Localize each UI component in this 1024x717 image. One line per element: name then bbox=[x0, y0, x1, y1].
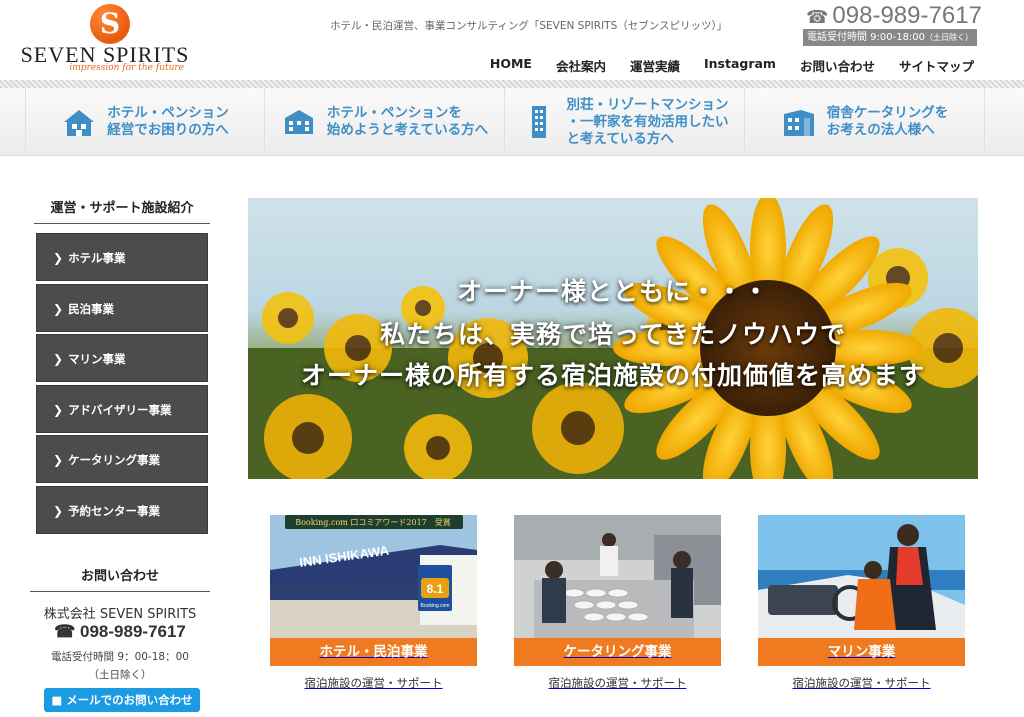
mail-icon: ■ bbox=[51, 693, 67, 707]
telephone-icon: ☎ bbox=[806, 7, 829, 27]
sidebar-menu: ❯ ホテル事業 ❯ 民泊事業 ❯ マリン事業 ❯ アドバイザリー事業 ❯ ケータリング事業… bbox=[36, 233, 208, 537]
score-brand: Booking.com bbox=[421, 603, 450, 609]
contact-phone[interactable]: ☎ 098-989-7617 bbox=[30, 622, 210, 642]
hero-banner: オーナー様とともに・・・ 私たちは、実務で培ってきたノウハウで オーナー様の所有… bbox=[248, 198, 978, 479]
marine-photo bbox=[758, 515, 965, 638]
sidebar-item-hotel[interactable]: ❯ ホテル事業 bbox=[36, 233, 208, 281]
telephone-icon: ☎ bbox=[54, 622, 81, 641]
nav-company[interactable]: 会社案内 bbox=[556, 56, 606, 75]
card-marine[interactable]: マリン事業 宿泊施設の運営・サポート bbox=[758, 515, 965, 691]
global-nav: HOME 会社案内 運営実績 Instagram お問い合わせ サイトマップ bbox=[490, 56, 974, 75]
header-phone[interactable]: ☎ 098-989-7617 bbox=[806, 2, 982, 30]
site-header: S SEVEN SPIRITS impression for the futur… bbox=[0, 0, 1024, 80]
category-start-hotel[interactable]: ホテル・ペンションを 始めようと考えている方へ bbox=[265, 88, 505, 156]
category-catering[interactable]: 宿舎ケータリングを お考えの法人様へ bbox=[745, 88, 985, 156]
sidebar-title: 運営・サポート施設紹介 bbox=[34, 197, 210, 224]
hero-headline-2: 私たちは、実務で培ってきたノウハウで bbox=[379, 320, 846, 349]
chevron-right-icon: ❯ bbox=[53, 352, 64, 367]
category-resort-property[interactable]: 別荘・リゾートマンション ・一軒家を有効活用したい と考えている方へ bbox=[505, 88, 745, 156]
sidebar-item-reservation[interactable]: ❯ 予約センター事業 bbox=[36, 485, 208, 534]
dormitory-icon bbox=[783, 110, 814, 136]
catering-photo bbox=[514, 515, 721, 638]
category-hotel-management[interactable]: ホテル・ペンション 経営でお困りの方へ bbox=[25, 88, 265, 156]
contact-title: お問い合わせ bbox=[30, 565, 210, 592]
company-name: 株式会社 SEVEN SPIRITS bbox=[43, 607, 197, 622]
hero-headline-3: オーナー様の所有する宿泊施設の付加価値を高めます bbox=[300, 361, 925, 390]
chevron-right-icon: ❯ bbox=[53, 453, 64, 468]
card-hotel-title: ホテル・民泊事業 bbox=[270, 638, 477, 666]
hotel-photo: INN ISHIKAWA Booking.com 口コミアワード2017 受賞 … bbox=[270, 515, 477, 638]
chevron-right-icon: ❯ bbox=[53, 503, 64, 518]
sidebar-item-catering[interactable]: ❯ ケータリング事業 bbox=[36, 435, 208, 484]
site-logo[interactable]: S SEVEN SPIRITS impression for the futur… bbox=[20, 4, 190, 74]
card-hotel[interactable]: INN ISHIKAWA Booking.com 口コミアワード2017 受賞 … bbox=[270, 515, 477, 691]
hero-headline-1: オーナー様とともに・・・ bbox=[456, 277, 769, 306]
nav-results[interactable]: 運営実績 bbox=[630, 56, 680, 75]
building-icon bbox=[284, 110, 313, 134]
card-hotel-caption: 宿泊施設の運営・サポート bbox=[304, 676, 443, 690]
logo-tagline: impression for the future bbox=[69, 63, 184, 73]
category-bar: ホテル・ペンション 経営でお困りの方へ ホテル・ペンションを 始めようと考えている方… bbox=[0, 88, 1024, 156]
card-marine-title: マリン事業 bbox=[758, 638, 965, 666]
review-score: 8.1 bbox=[427, 582, 444, 596]
nav-instagram[interactable]: Instagram bbox=[704, 56, 776, 75]
chevron-right-icon: ❯ bbox=[53, 402, 64, 417]
sidebar-item-advisory[interactable]: ❯ アドバイザリー事業 bbox=[36, 384, 208, 433]
header-divider bbox=[0, 80, 1024, 88]
card-catering[interactable]: ケータリング事業 宿泊施設の運営・サポート bbox=[514, 515, 721, 691]
contact-hours: 電話受付時間 9：00-18：00 bbox=[51, 651, 189, 663]
card-marine-caption: 宿泊施設の運営・サポート bbox=[792, 676, 931, 690]
header-hours: 電話受付時間 9:00-18:00（土日除く） bbox=[803, 29, 977, 46]
award-banner: Booking.com 口コミアワード2017 受賞 bbox=[295, 517, 451, 527]
mail-contact-button[interactable]: ■ メールでのお問い合わせ bbox=[44, 688, 200, 712]
card-catering-title: ケータリング事業 bbox=[514, 638, 721, 666]
chevron-right-icon: ❯ bbox=[53, 251, 64, 265]
nav-contact[interactable]: お問い合わせ bbox=[800, 56, 875, 75]
logo-mark-icon: S bbox=[90, 4, 130, 44]
nav-home[interactable]: HOME bbox=[490, 56, 532, 75]
card-catering-caption: 宿泊施設の運営・サポート bbox=[548, 676, 687, 690]
site-tagline: ホテル・民泊運営、事業コンサルティング「SEVEN SPIRITS（セブンスピリ… bbox=[330, 20, 728, 32]
nav-sitemap[interactable]: サイトマップ bbox=[899, 56, 974, 75]
sidebar-item-minpaku[interactable]: ❯ 民泊事業 bbox=[36, 283, 208, 332]
contact-hours-note: （土日除く） bbox=[88, 669, 152, 681]
chevron-right-icon: ❯ bbox=[53, 301, 64, 316]
tower-icon bbox=[531, 106, 546, 138]
sidebar-item-marine[interactable]: ❯ マリン事業 bbox=[36, 334, 208, 383]
house-icon bbox=[64, 110, 95, 136]
